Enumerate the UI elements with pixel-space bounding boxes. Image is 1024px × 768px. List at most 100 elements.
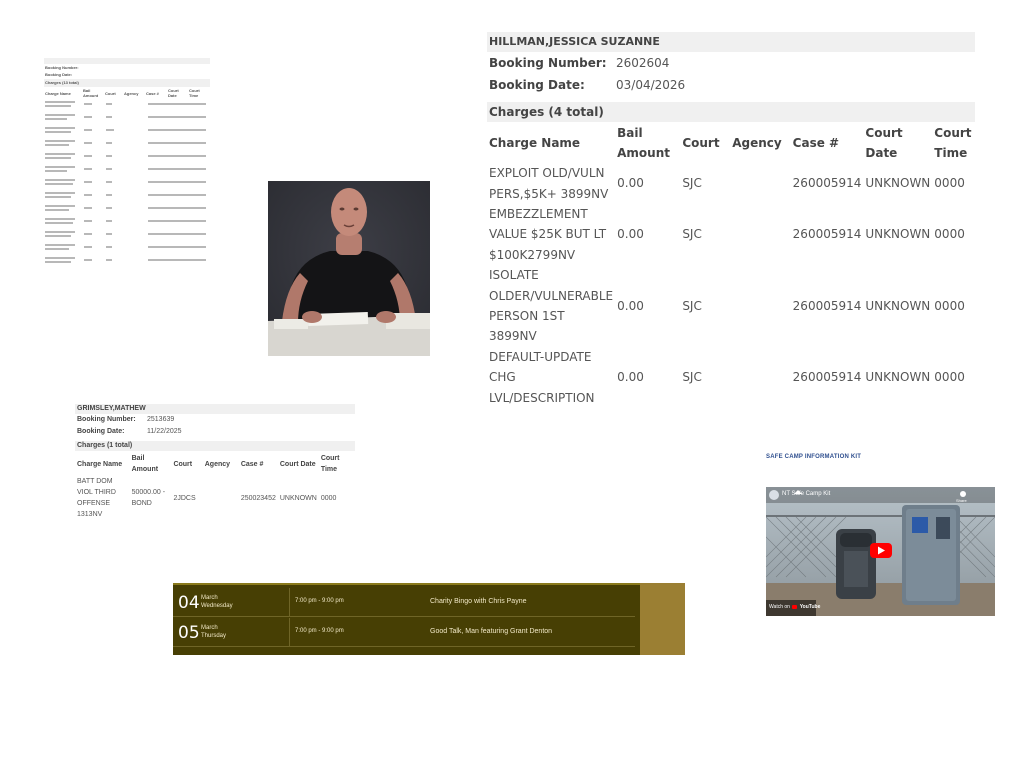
booking-record-hillman: HILLMAN,JESSICA SUZANNE Booking Number: … xyxy=(487,32,975,408)
col-case-number: Case # xyxy=(146,90,159,96)
bail-amount: 0.00 xyxy=(617,370,644,385)
booking-date-row: Booking Date: 11/22/2025 xyxy=(75,426,355,438)
charges-table-header: Charge Name Bail Amount Court Agency Cas… xyxy=(487,123,975,163)
col-court-date: Court Date xyxy=(865,126,903,160)
case-number: 260005914 xyxy=(792,298,862,313)
agency xyxy=(730,265,790,347)
booking-record-grimsley: GRIMSLEY,MATHEW Booking Number: 2513639 … xyxy=(75,404,355,520)
col-court-date: Court Date xyxy=(279,460,316,468)
event-weekday: Thursday xyxy=(201,633,227,639)
court-date: UNKNOWN xyxy=(279,494,317,502)
col-agency: Agency xyxy=(732,136,782,150)
bail-amount: 0.00 xyxy=(617,227,644,242)
watch-on-label: Watch on xyxy=(769,604,790,610)
event-row[interactable]: 04 March Wednesday 7:00 pm - 9:00 pm Cha… xyxy=(173,588,635,617)
bail-amount: 0.00 xyxy=(617,176,644,191)
court-time: 0000 xyxy=(934,227,965,242)
watch-on-youtube-button[interactable]: Watch on YouTube xyxy=(769,604,820,610)
video-thumbnail xyxy=(766,487,995,616)
youtube-logo-icon xyxy=(792,604,798,609)
charges-header: Charges (13 total) xyxy=(44,79,210,87)
event-row[interactable]: 05 March Thursday 7:00 pm - 9:00 pm Good… xyxy=(173,618,635,647)
booking-date-label: Booking Date: xyxy=(45,72,73,77)
case-number: 260005914 xyxy=(792,227,862,242)
charge-name: EXPLOIT OLD/VULN PERS,$5K+ 3899NV xyxy=(489,166,609,201)
booking-date-label: Booking Date: xyxy=(77,428,125,435)
booking-photo xyxy=(268,181,430,356)
col-bail-amount: Bail Amount xyxy=(617,126,670,160)
charges-table-rows xyxy=(45,101,206,263)
event-divider xyxy=(289,588,290,617)
event-month: March xyxy=(201,625,218,631)
court-time: 0000 xyxy=(934,176,965,191)
case-number: 260005914 xyxy=(792,370,862,385)
col-case-number: Case # xyxy=(792,136,840,150)
booking-number-row: Booking Number: xyxy=(44,64,210,71)
event-title[interactable]: Good Talk, Man featuring Grant Denton xyxy=(430,628,552,635)
event-divider xyxy=(289,618,290,647)
col-bail-amount: Bail Amount xyxy=(131,455,159,473)
col-court: Court xyxy=(105,90,116,96)
charges-table: Charge Name Bail Amount Court Agency Cas… xyxy=(75,452,355,520)
table-row: EMBEZZLEMENT VALUE $25K BUT LT $100K2799… xyxy=(487,204,975,265)
charges-table: Charge Name Bail Amount Court Agency Cas… xyxy=(44,87,210,99)
event-calendar: 04 March Wednesday 7:00 pm - 9:00 pm Cha… xyxy=(173,583,685,655)
court: SJC xyxy=(682,176,702,191)
booking-date-value: 11/22/2025 xyxy=(147,428,182,435)
event-month: March xyxy=(201,595,218,601)
col-court-time: Court Time xyxy=(189,88,200,98)
bail-amount: 50000.00 - BOND xyxy=(131,489,166,507)
booking-photo-image xyxy=(268,181,430,356)
agency xyxy=(730,163,790,204)
booking-number-label: Booking Number: xyxy=(45,65,79,70)
safe-camp-video-embed[interactable]: NT Safe Camp Kit Share Watch on YouTube xyxy=(766,487,995,616)
case-number: 260005914 xyxy=(792,176,862,191)
col-case-number: Case # xyxy=(240,460,264,468)
charge-name: ISOLATE OLDER/VULNERABLE PERSON 1ST 3899… xyxy=(489,268,614,344)
col-court-date: Court Date xyxy=(168,88,179,98)
col-charge-name: Charge Name xyxy=(77,460,123,468)
booking-number-row: Booking Number: 2602604 xyxy=(487,53,975,74)
inmate-name: GRIMSLEY,MATHEW xyxy=(75,404,355,414)
charges-header: Charges (4 total) xyxy=(487,102,975,122)
charge-name: DEFAULT-UPDATE CHG LVL/DESCRIPTION xyxy=(489,349,595,405)
youtube-label: YouTube xyxy=(799,604,821,610)
video-title[interactable]: NT Safe Camp Kit xyxy=(782,491,830,497)
event-month-weekday: March Wednesday xyxy=(201,594,233,610)
court: SJC xyxy=(682,370,702,385)
col-charge-name: Charge Name xyxy=(489,136,581,150)
col-agency: Agency xyxy=(204,460,231,468)
booking-number-label: Booking Number: xyxy=(489,56,607,70)
col-agency: Agency xyxy=(124,90,139,96)
charge-name: EMBEZZLEMENT VALUE $25K BUT LT $100K2799… xyxy=(489,207,607,262)
charges-header: Charges (1 total) xyxy=(75,441,355,451)
booking-date-label: Booking Date: xyxy=(489,78,585,92)
booking-date-row: Booking Date: xyxy=(44,71,210,78)
booking-number-label: Booking Number: xyxy=(77,416,136,423)
booking-number-value: 2602604 xyxy=(616,56,670,70)
court-date: UNKNOWN xyxy=(865,370,931,385)
agency xyxy=(203,476,239,520)
table-row: BATT DOM VIOL THIRD OFFENSE 1313NV 50000… xyxy=(75,476,355,520)
share-label[interactable]: Share xyxy=(956,498,967,503)
court-date: UNKNOWN xyxy=(865,176,931,191)
booking-number-value: 2513639 xyxy=(147,416,175,423)
charges-table-header: Charge Name Bail Amount Court Agency Cas… xyxy=(75,452,355,476)
col-court-time: Court Time xyxy=(320,455,340,473)
event-title[interactable]: Charity Bingo with Chris Payne xyxy=(430,598,527,605)
event-weekday: Wednesday xyxy=(201,603,233,609)
event-month-weekday: March Thursday xyxy=(201,624,226,640)
booking-record-thumbnail: Booking Number: Booking Date: Charges (1… xyxy=(44,58,210,269)
booking-date-value: 03/04/2026 xyxy=(616,78,686,92)
calendar-top-border xyxy=(173,583,640,585)
charges-table-header: Charge Name Bail Amount Court Agency Cas… xyxy=(44,87,210,99)
inmate-name: HILLMAN,JESSICA SUZANNE xyxy=(487,32,975,52)
calendar-accent-panel xyxy=(640,583,685,655)
safe-camp-kit-heading: SAFE CAMP INFORMATION KIT xyxy=(766,454,862,460)
col-court: Court xyxy=(682,136,720,150)
charges-table: Charge Name Bail Amount Court Agency Cas… xyxy=(487,123,975,408)
col-bail-amount: Bail Amount xyxy=(83,88,99,98)
booking-number-row: Booking Number: 2513639 xyxy=(75,414,355,426)
court-date: UNKNOWN xyxy=(865,227,931,242)
court: SJC xyxy=(682,298,702,313)
